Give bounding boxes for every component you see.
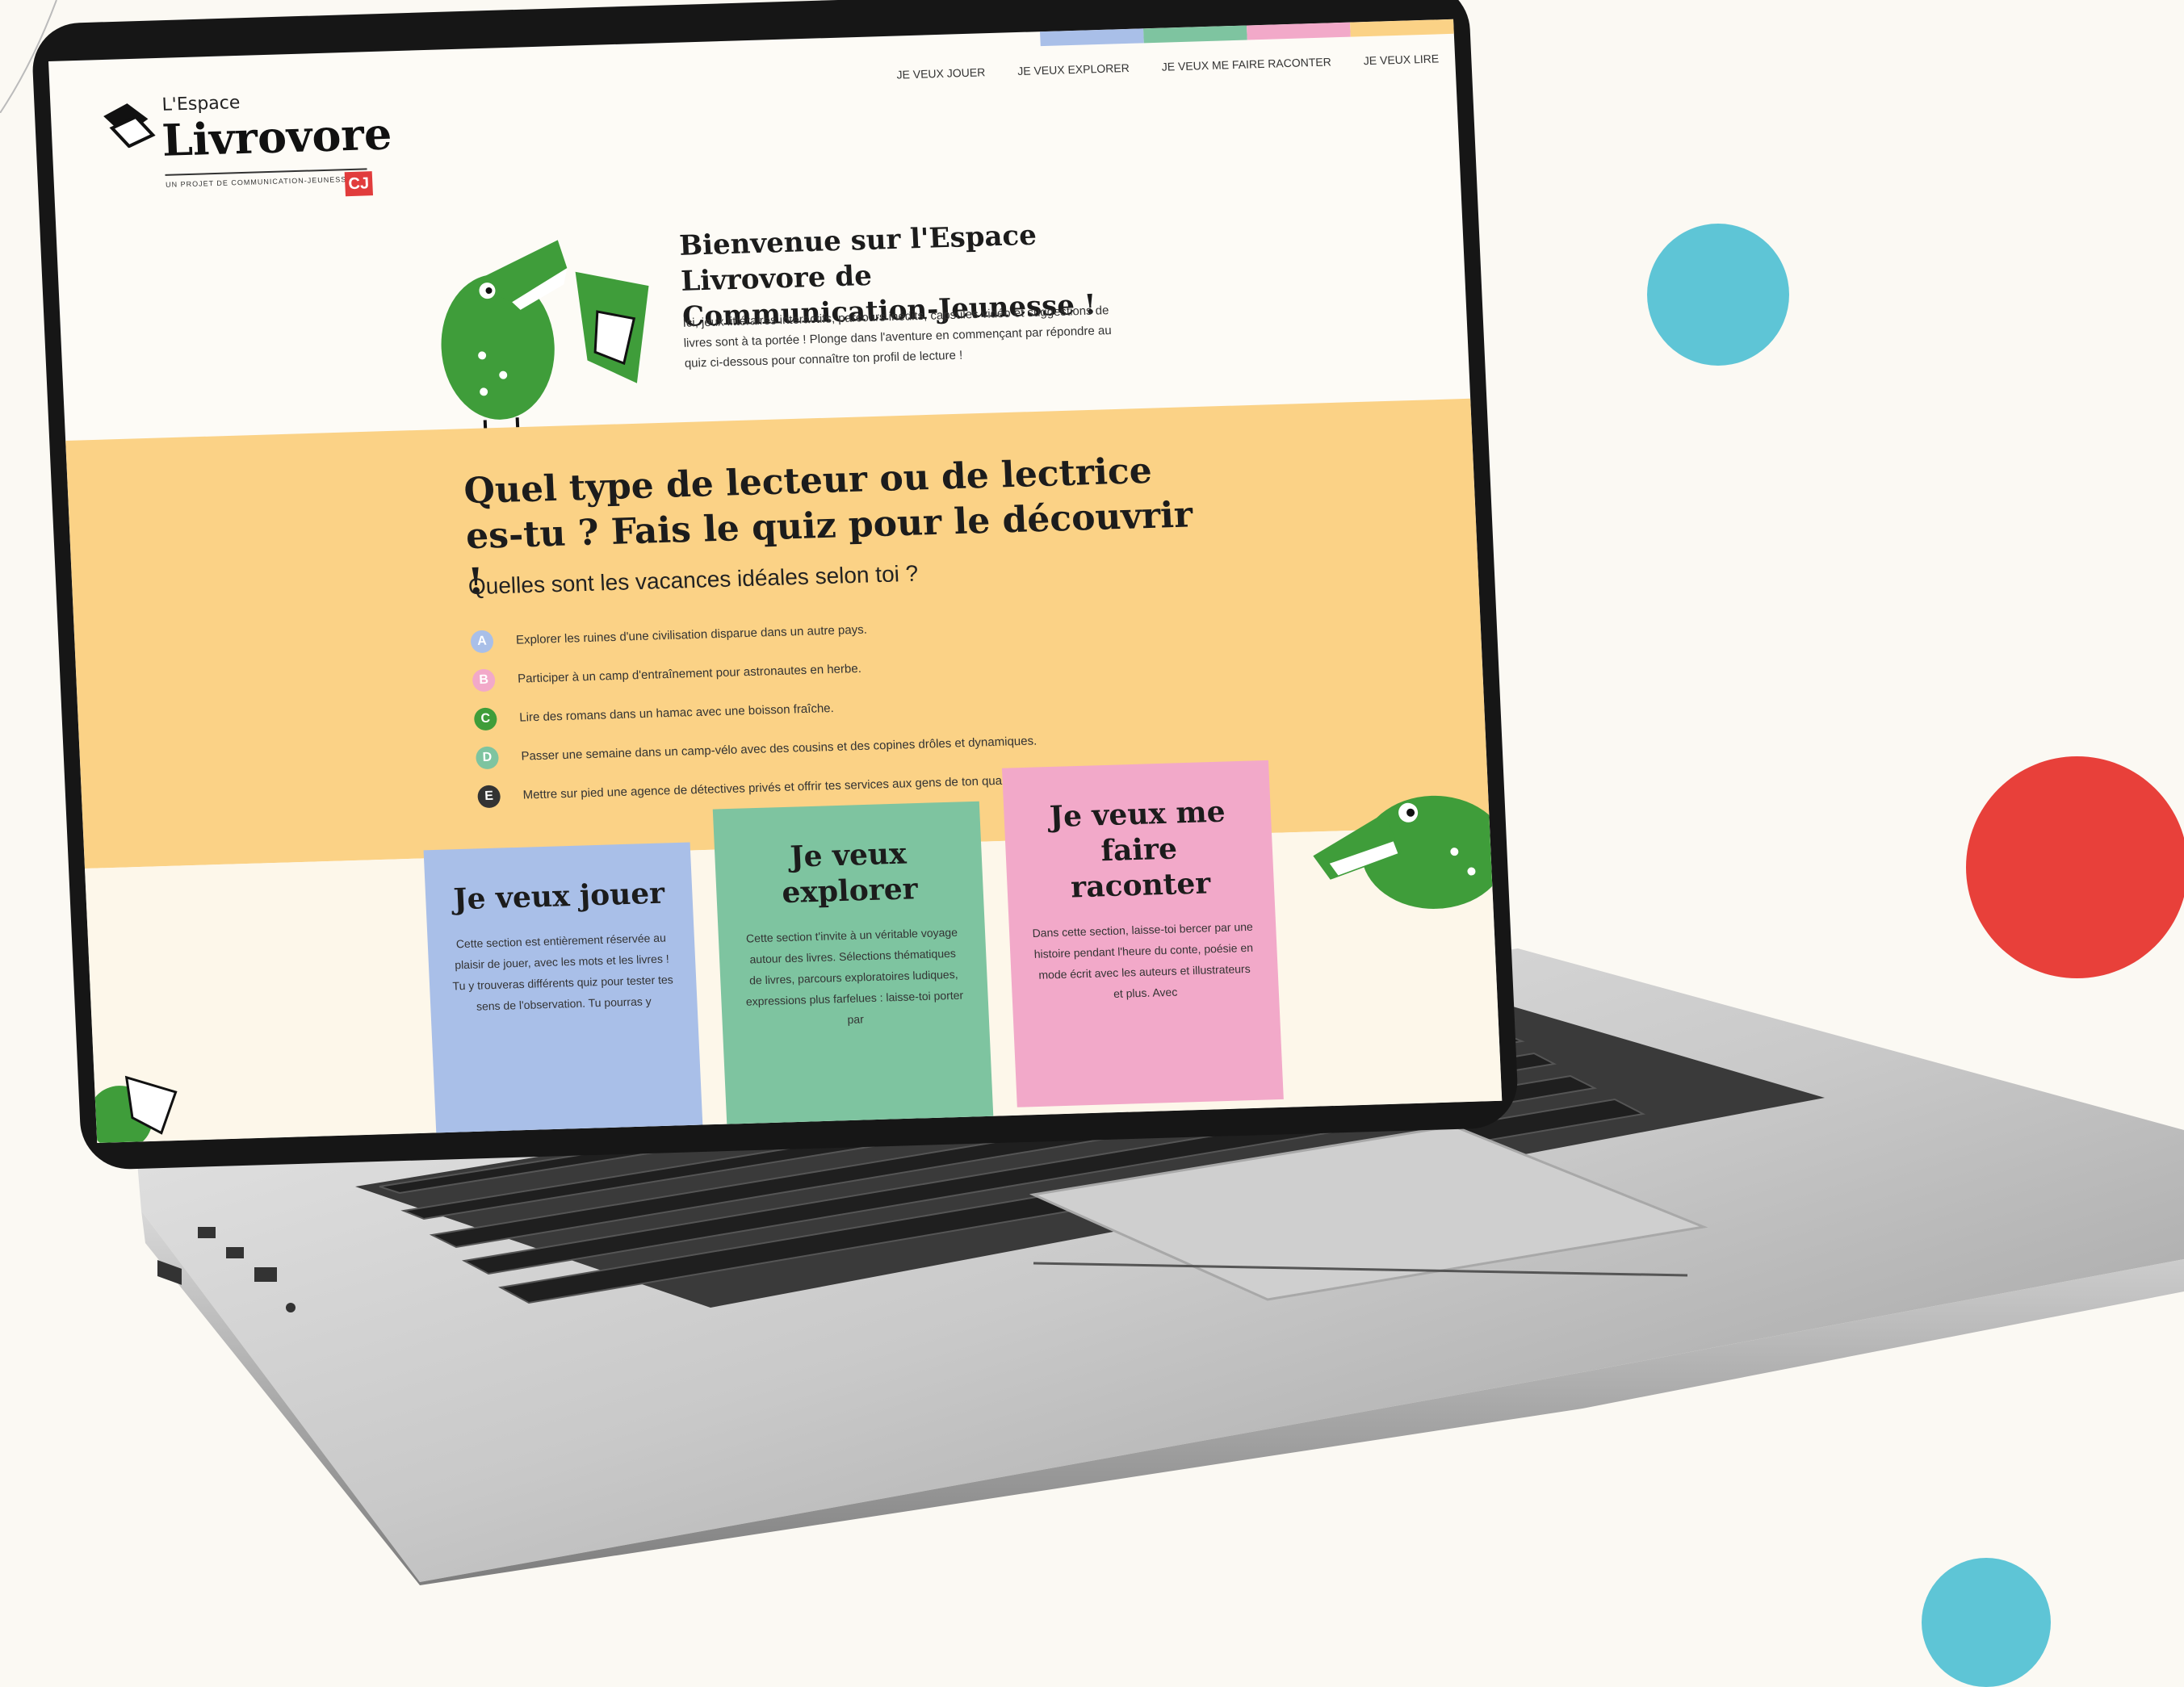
strip-blue	[1040, 28, 1144, 47]
section-cards: Je veux jouer Cette section est entièrem…	[421, 760, 1287, 1143]
site-logo[interactable]: L'Espace Livrovore UN PROJET DE COMMUNIC…	[99, 83, 394, 205]
quiz-answer-b[interactable]: B Participer à un camp d'entraînement po…	[472, 651, 1087, 693]
answer-badge-a: A	[470, 630, 494, 654]
crocodile-peeking-illustration	[1313, 795, 1494, 909]
main-nav: Je veux jouer Je veux explorer Je veux m…	[896, 52, 1439, 81]
welcome-section: Bienvenue sur l'Espace Livrovore de Comm…	[419, 199, 1155, 437]
answer-text-d: Passer une semaine dans un camp-vélo ave…	[521, 734, 1038, 764]
answer-badge-c: C	[473, 707, 497, 731]
nav-item-lire[interactable]: Je veux lire	[1363, 52, 1439, 67]
answer-badge-d: D	[475, 746, 500, 770]
nav-item-jouer[interactable]: Je veux jouer	[896, 65, 985, 81]
strip-pink	[1247, 22, 1351, 40]
laptop-screen: L'Espace Livrovore UN PROJET DE COMMUNIC…	[48, 19, 1503, 1143]
card-title: Je veux me faire raconter	[1049, 794, 1226, 905]
quiz-answer-a[interactable]: A Explorer les ruines d'une civilisation…	[470, 613, 1084, 654]
answer-text-a: Explorer les ruines d'une civilisation d…	[515, 622, 868, 647]
card-title: Je veux explorer	[781, 836, 919, 910]
book-icon	[103, 103, 156, 149]
card-jouer[interactable]: Je veux jouer Cette section est entièrem…	[423, 842, 706, 1143]
answer-text-b: Participer à un camp d'entraînement pour…	[517, 661, 862, 686]
quiz-answer-c[interactable]: C Lire des romans dans un hamac avec une…	[473, 690, 1088, 731]
card-title: Je veux jouer	[452, 876, 666, 917]
answer-text-c: Lire des romans dans un hamac avec une b…	[518, 701, 835, 725]
sections-area: Je veux jouer Cette section est entièrem…	[85, 760, 1503, 1143]
crocodile-corner-illustration	[92, 1075, 178, 1143]
logo-divider	[165, 168, 367, 176]
strip-green	[1143, 25, 1247, 44]
card-explorer[interactable]: Je veux explorer Cette section t'invite …	[712, 801, 995, 1143]
nav-item-explorer[interactable]: Je veux explorer	[1017, 61, 1130, 77]
logo-title: Livrovore	[161, 107, 393, 166]
cj-badge: CJ	[344, 171, 374, 197]
crocodile-reading-illustration	[441, 240, 649, 437]
card-text: Dans cette section, laisse-toi bercer pa…	[1032, 919, 1254, 1001]
card-text: Cette section est entièrement réservée a…	[452, 931, 674, 1013]
welcome-text: Ici, jeux littéraires interactifs, parco…	[682, 303, 1113, 370]
quiz-answer-d[interactable]: D Passer une semaine dans un camp-vélo a…	[475, 729, 1090, 770]
answer-badge-b: B	[472, 668, 496, 693]
card-text: Cette section t'invite à un véritable vo…	[745, 925, 964, 1026]
logo-tagline: UN PROJET DE COMMUNICATION-JEUNESSE	[165, 174, 353, 189]
card-raconter[interactable]: Je veux me faire raconter Dans cette sec…	[1001, 760, 1284, 1107]
strip-yellow	[1350, 19, 1454, 37]
nav-item-raconter[interactable]: Je veux me faire raconter	[1161, 55, 1331, 73]
